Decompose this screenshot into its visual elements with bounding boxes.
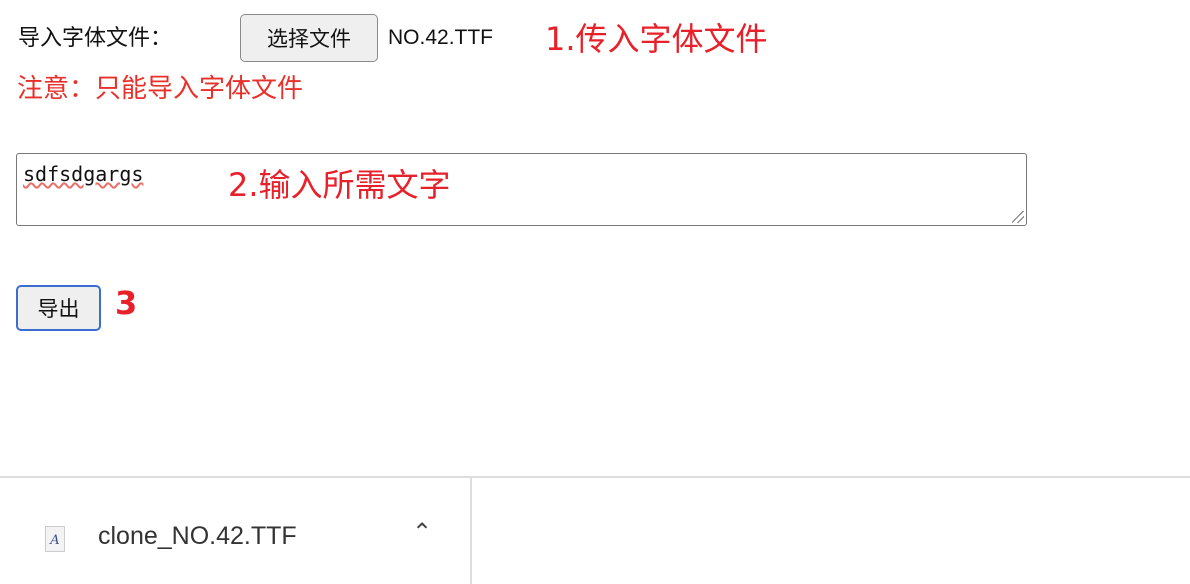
chevron-up-icon[interactable]: ⌃ <box>412 518 432 546</box>
text-value: sdfsdgargs <box>23 162 144 186</box>
annotation-step1: 1.传入字体文件 <box>545 20 768 58</box>
download-item[interactable]: A clone_NO.42.TTF ⌃ <box>0 478 472 584</box>
resize-grip-icon[interactable] <box>1012 211 1024 223</box>
font-file-icon: A <box>45 526 65 552</box>
annotation-step3: 3 <box>115 284 138 322</box>
selected-file-name: NO.42.TTF <box>388 26 494 49</box>
annotation-step2: 2.输入所需文字 <box>228 166 451 204</box>
text-input[interactable]: sdfsdgargs <box>16 153 1027 226</box>
import-label: 导入字体文件： <box>18 26 173 51</box>
download-shelf: A clone_NO.42.TTF ⌃ <box>0 476 1190 584</box>
export-button[interactable]: 导出 <box>16 285 101 331</box>
download-file-name[interactable]: clone_NO.42.TTF <box>98 522 297 551</box>
choose-file-button[interactable]: 选择文件 <box>240 14 378 62</box>
note-text: 注意：只能导入字体文件 <box>17 74 304 104</box>
